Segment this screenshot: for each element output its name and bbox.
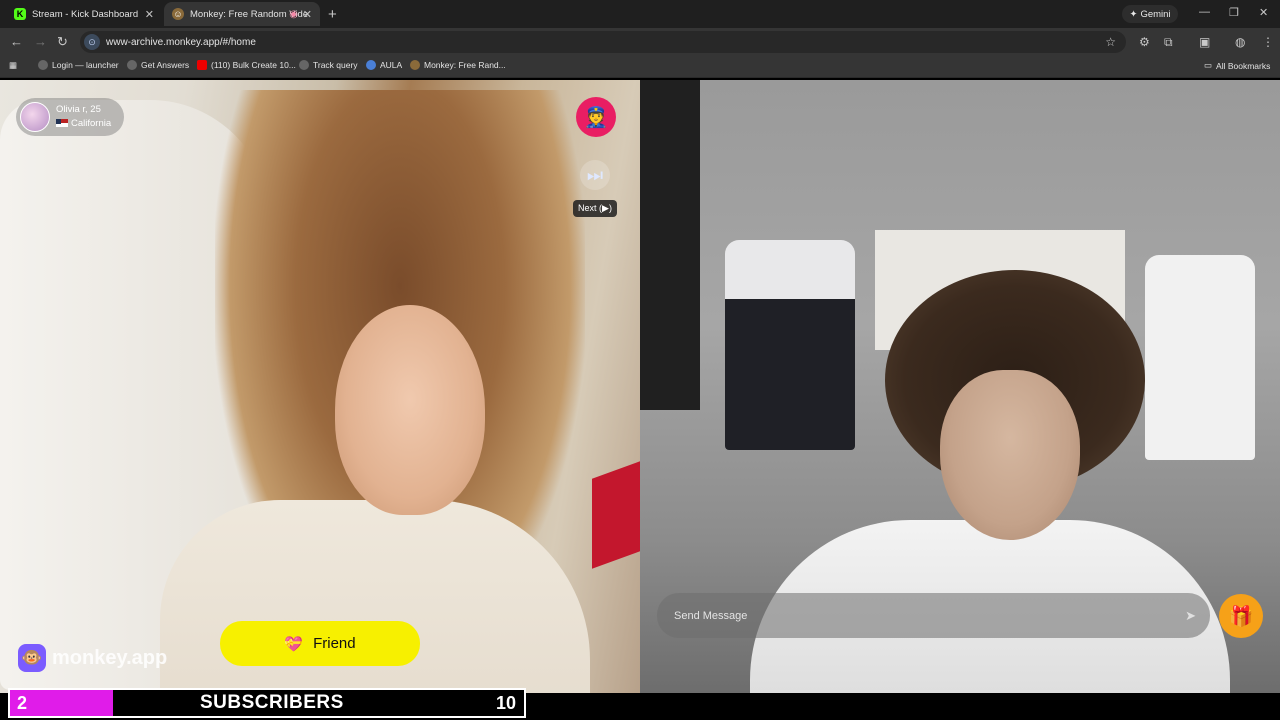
jersey-white	[1145, 255, 1255, 460]
partner-name: Olivia r, 25	[56, 104, 101, 115]
friend-button[interactable]: 💝 Friend	[220, 621, 420, 666]
site-info-icon[interactable]: ⊙	[84, 34, 100, 50]
gemini-button[interactable]: ✦ Gemini	[1122, 5, 1178, 23]
bookmark-item[interactable]: Get Answers	[127, 60, 189, 70]
send-icon[interactable]: ➤	[1185, 608, 1196, 624]
aula-icon	[366, 60, 376, 70]
sparkle-icon: ✦	[1129, 8, 1138, 20]
bookmark-item[interactable]: Login — launcher	[38, 60, 119, 70]
gemini-label: Gemini	[1140, 8, 1171, 20]
puzzle-icon[interactable]: ⧉	[1164, 35, 1173, 50]
friend-label: Friend	[313, 635, 356, 652]
face-shape	[940, 370, 1080, 540]
heart-icon: 💝	[284, 635, 304, 653]
tab-kick-dashboard[interactable]: K Stream - Kick Dashboard ✕	[6, 2, 162, 26]
bookmark-item[interactable]: (110) Bulk Create 10...	[197, 60, 296, 70]
gift-button[interactable]: 🎁	[1219, 594, 1263, 638]
youtube-icon	[197, 60, 207, 70]
tab-bar: K Stream - Kick Dashboard ✕ ☺ Monkey: Fr…	[0, 0, 1280, 28]
media-icon[interactable]: ▣	[1199, 35, 1210, 49]
next-icon: ⏭	[586, 164, 604, 185]
monkey-logo-icon: 🐵	[18, 644, 46, 672]
red-object	[592, 461, 640, 569]
kick-favicon-icon: K	[14, 8, 26, 20]
face-shape	[335, 305, 485, 515]
restore-icon[interactable]: ❐	[1229, 6, 1239, 19]
menu-icon[interactable]: ⋮	[1262, 35, 1274, 49]
next-button[interactable]: ⏭	[580, 160, 610, 190]
extension-icon[interactable]: ⚙	[1139, 35, 1150, 49]
browser-toolbar: ← → ↻ ⊙ www-archive.monkey.app/#/home ☆ …	[0, 28, 1280, 56]
tab-monkey[interactable]: ☺ Monkey: Free Random Vide ◉ ✕	[164, 2, 320, 26]
avatar[interactable]	[20, 102, 50, 132]
us-flag-icon	[56, 119, 68, 128]
report-button[interactable]: 👮	[576, 97, 616, 137]
partner-info-chip[interactable]: Olivia r, 25 California	[16, 98, 124, 136]
bookmark-star-icon[interactable]: ☆	[1105, 35, 1116, 49]
globe-icon	[38, 60, 48, 70]
folder-icon: ▭	[1204, 60, 1213, 70]
reload-icon[interactable]: ↻	[57, 34, 68, 50]
monkey-favicon-icon	[410, 60, 420, 70]
dark-jersey-edge	[640, 80, 700, 410]
close-tab-icon[interactable]: ✕	[303, 8, 312, 21]
bookmark-item[interactable]: AULA	[366, 60, 402, 70]
globe-icon	[299, 60, 309, 70]
subscriber-goal: 10	[495, 692, 516, 713]
next-tooltip: Next (▶)	[573, 200, 617, 217]
monkey-favicon-icon: ☺	[172, 8, 184, 20]
forward-icon[interactable]: →	[34, 34, 47, 49]
bookmark-item[interactable]: Track query	[299, 60, 358, 70]
globe-icon	[127, 60, 137, 70]
bookmarks-bar: ▦ Login — launcher Get Answers (110) Bul…	[0, 56, 1280, 78]
gift-icon: 🎁	[1228, 605, 1254, 628]
new-tab-icon[interactable]: +	[328, 6, 337, 23]
brand-name: monkey.app	[52, 646, 168, 669]
subscriber-label: SUBSCRIBERS	[200, 692, 344, 713]
address-bar[interactable]: ⊙ www-archive.monkey.app/#/home ☆	[80, 31, 1126, 53]
subscriber-count: 2	[17, 692, 28, 713]
message-input[interactable]	[674, 609, 1154, 622]
back-icon[interactable]: ←	[10, 34, 23, 49]
police-icon: 👮	[583, 106, 609, 129]
profile-icon[interactable]: ◍	[1235, 35, 1245, 49]
partner-location: California	[71, 118, 112, 129]
bookmark-item[interactable]: Monkey: Free Rand...	[410, 60, 506, 70]
close-window-icon[interactable]: ✕	[1259, 6, 1268, 19]
tab-title: Stream - Kick Dashboard	[32, 8, 139, 20]
brand-watermark: 🐵 monkey.app	[18, 644, 167, 672]
jersey-24	[725, 240, 855, 450]
all-bookmarks[interactable]: ▭ All Bookmarks	[1204, 60, 1270, 71]
close-tab-icon[interactable]: ✕	[145, 8, 154, 21]
apps-icon[interactable]: ▦	[9, 60, 17, 71]
url-text: www-archive.monkey.app/#/home	[106, 36, 256, 48]
partner-video	[0, 80, 640, 693]
minimize-icon[interactable]: —	[1199, 6, 1210, 18]
recording-icon: ◉	[289, 8, 298, 20]
message-box[interactable]: ➤	[657, 593, 1210, 638]
subscriber-goal-bar: 2 SUBSCRIBERS 10	[8, 688, 526, 718]
